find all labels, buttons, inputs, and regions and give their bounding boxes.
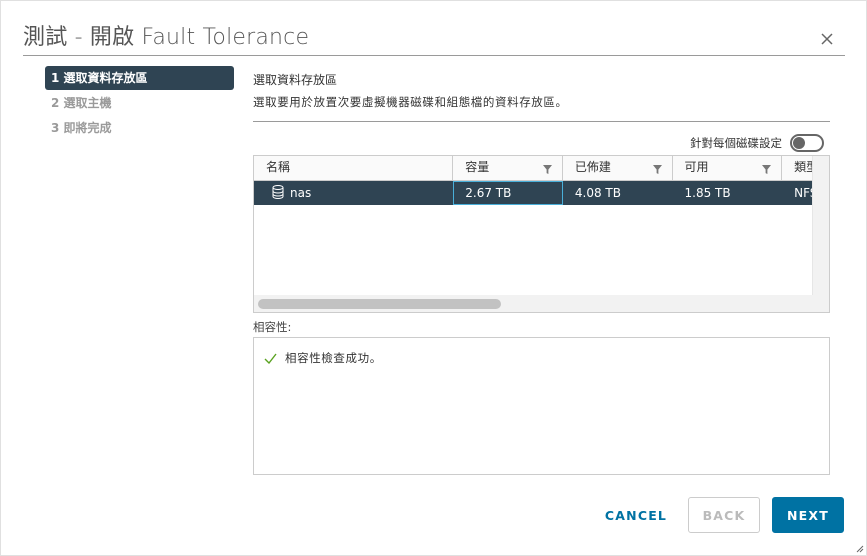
datastore-grid: 名稱 容量 已佈建 可用 類型 nas 2.67 TB 4.08 TB 1.85… — [253, 155, 830, 313]
filter-icon[interactable] — [542, 165, 552, 174]
step-select-datastore[interactable]: 1 選取資料存放區 — [45, 66, 234, 90]
compatibility-label: 相容性: — [253, 320, 292, 334]
step-select-host[interactable]: 2 選取主機 — [45, 91, 234, 115]
per-disk-toggle[interactable] — [790, 134, 824, 152]
column-name-label: 名稱 — [266, 160, 291, 174]
column-provisioned-label: 已佈建 — [574, 160, 611, 174]
dialog-header: 測試 - 開啟 Fault Tolerance — [23, 23, 845, 56]
compatibility-message: 相容性檢查成功。 — [285, 351, 382, 365]
column-capacity[interactable]: 容量 — [453, 156, 563, 180]
dialog-title: 測試 - 開啟 Fault Tolerance — [23, 25, 310, 50]
close-icon[interactable] — [817, 29, 837, 49]
horizontal-scrollbar-thumb[interactable] — [258, 299, 501, 309]
check-icon — [264, 353, 277, 364]
cell-capacity: 2.67 TB — [453, 181, 563, 205]
per-disk-toggle-label: 針對每個磁碟設定 — [690, 136, 782, 150]
compatibility-message-row: 相容性檢查成功。 — [264, 350, 819, 366]
page-description: 選取要用於放置次要虛擬機器磁碟和組態檔的資料存放區。 — [253, 93, 830, 122]
main-content: 選取資料存放區 選取要用於放置次要虛擬機器磁碟和組態檔的資料存放區。 針對每個磁… — [253, 71, 830, 475]
cancel-button[interactable]: CANCEL — [596, 497, 676, 533]
cell-free: 1.85 TB — [684, 186, 731, 200]
filter-icon[interactable] — [762, 165, 772, 174]
horizontal-scrollbar[interactable] — [254, 295, 814, 312]
column-name[interactable]: 名稱 — [254, 156, 454, 180]
wizard-steps: 1 選取資料存放區 2 選取主機 3 即將完成 — [45, 66, 234, 141]
filter-icon[interactable] — [652, 165, 662, 174]
resize-grip-icon[interactable] — [854, 543, 864, 553]
column-free[interactable]: 可用 — [673, 156, 783, 180]
back-button[interactable]: BACK — [688, 497, 760, 533]
cell-name: nas — [254, 181, 453, 205]
page-heading: 選取資料存放區 — [253, 73, 338, 87]
grid-header: 名稱 容量 已佈建 可用 類型 — [254, 156, 829, 181]
vertical-scrollbar[interactable] — [812, 156, 829, 312]
dialog-footer: CANCEL BACK NEXT — [596, 497, 844, 533]
next-button[interactable]: NEXT — [772, 497, 844, 533]
datastore-icon — [272, 185, 284, 199]
column-free-label: 可用 — [684, 160, 709, 174]
column-provisioned[interactable]: 已佈建 — [563, 156, 673, 180]
step-ready-to-complete[interactable]: 3 即將完成 — [45, 116, 234, 140]
datastore-name: nas — [290, 186, 312, 200]
cell-provisioned: 4.08 TB — [574, 186, 621, 200]
table-row[interactable]: nas 2.67 TB 4.08 TB 1.85 TB NFS — [254, 181, 829, 205]
compatibility-panel: 相容性檢查成功。 — [253, 337, 830, 475]
per-disk-toggle-row: 針對每個磁碟設定 — [690, 134, 824, 152]
column-capacity-label: 容量 — [465, 160, 490, 174]
fault-tolerance-dialog: 測試 - 開啟 Fault Tolerance 1 選取資料存放區 2 選取主機… — [0, 0, 867, 556]
toggle-knob — [793, 137, 805, 149]
